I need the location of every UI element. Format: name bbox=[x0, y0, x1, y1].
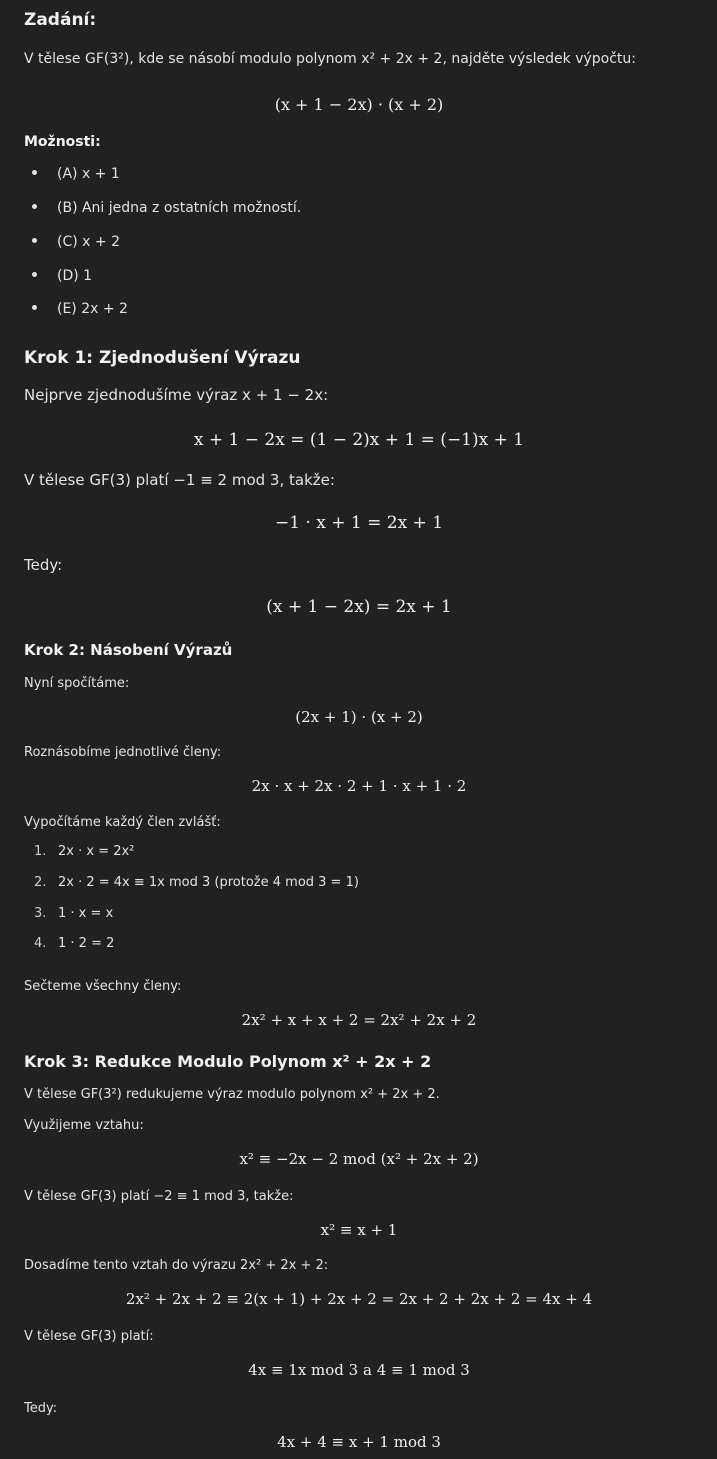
option-item: (D) 1 bbox=[32, 268, 92, 284]
krok1-heading: Krok 1: Zjednodušení Výrazu bbox=[24, 348, 301, 368]
krok3-equation: 4x + 4 ≡ x + 1 mod 3 bbox=[277, 1433, 441, 1451]
krok3-paragraph: Využijeme vztahu: bbox=[24, 1118, 144, 1133]
list-item: 1. 2x · x = 2x² bbox=[34, 844, 135, 859]
krok2-heading: Krok 2: Násobení Výrazů bbox=[24, 641, 233, 659]
krok3-equation: 2x² + 2x + 2 ≡ 2(x + 1) + 2x + 2 = 2x + … bbox=[125, 1290, 593, 1308]
list-item: 2. 2x · 2 = 4x ≡ 1x mod 3 (protože 4 mod … bbox=[34, 875, 359, 890]
krok2-paragraph: Nyní spočítáme: bbox=[24, 676, 130, 691]
krok2-paragraph: Sečteme všechny členy: bbox=[24, 979, 182, 994]
krok3-equation: 4x ≡ 1x mod 3 a 4 ≡ 1 mod 3 bbox=[248, 1361, 470, 1379]
krok2-paragraph: Vypočítáme každý člen zvlášť: bbox=[24, 815, 221, 830]
bullet-icon bbox=[32, 203, 37, 209]
krok2-equation: (2x + 1) · (x + 2) bbox=[295, 708, 423, 726]
krok1-paragraph: V tělese GF(3) platí −1 ≡ 2 mod 3, takže… bbox=[24, 471, 335, 489]
option-item: (A) x + 1 bbox=[32, 166, 120, 182]
krok3-equation: x² ≡ x + 1 bbox=[320, 1221, 398, 1239]
krok1-paragraph: Nejprve zjednodušíme výraz x + 1 − 2x: bbox=[24, 386, 329, 404]
krok3-paragraph: V tělese GF(3) platí: bbox=[24, 1329, 154, 1344]
krok3-paragraph: Tedy: bbox=[24, 1401, 58, 1416]
zadani-expression: (x + 1 − 2x) · (x + 2) bbox=[274, 95, 444, 114]
krok2-equation: 2x · x + 2x · 2 + 1 · x + 1 · 2 bbox=[251, 777, 467, 795]
list-item: 4. 1 · 2 = 2 bbox=[34, 936, 115, 951]
moznosti-heading: Možnosti: bbox=[24, 134, 101, 150]
krok3-paragraph: V tělese GF(3²) redukujeme výraz modulo … bbox=[24, 1087, 440, 1102]
bullet-icon bbox=[32, 271, 37, 277]
list-item: 3. 1 · x = x bbox=[34, 906, 114, 921]
krok1-equation: x + 1 − 2x = (1 − 2)x + 1 = (−1)x + 1 bbox=[193, 430, 525, 450]
krok1-equation: −1 · x + 1 = 2x + 1 bbox=[274, 513, 444, 533]
option-item: (E) 2x + 2 bbox=[32, 301, 128, 317]
bullet-icon bbox=[32, 169, 37, 175]
zadani-heading: Zadání: bbox=[24, 10, 97, 30]
krok3-heading: Krok 3: Redukce Modulo Polynom x² + 2x +… bbox=[24, 1052, 432, 1071]
bullet-icon bbox=[32, 304, 37, 310]
krok3-paragraph: V tělese GF(3) platí −2 ≡ 1 mod 3, takže… bbox=[24, 1189, 294, 1204]
krok3-equation: x² ≡ −2x − 2 mod (x² + 2x + 2) bbox=[239, 1150, 479, 1168]
krok2-paragraph: Roznásobíme jednotlivé členy: bbox=[24, 745, 222, 760]
zadani-intro: V tělese GF(3²), kde se násobí modulo po… bbox=[24, 51, 636, 67]
krok1-paragraph: Tedy: bbox=[24, 556, 63, 574]
krok2-equation: 2x² + x + x + 2 = 2x² + 2x + 2 bbox=[241, 1011, 477, 1029]
option-item: (B) Ani jedna z ostatních možností. bbox=[32, 200, 301, 216]
krok1-equation: (x + 1 − 2x) = 2x + 1 bbox=[266, 597, 452, 617]
option-item: (C) x + 2 bbox=[32, 234, 120, 250]
krok3-paragraph: Dosadíme tento vztah do výrazu 2x² + 2x … bbox=[24, 1258, 329, 1273]
bullet-icon bbox=[32, 237, 37, 243]
